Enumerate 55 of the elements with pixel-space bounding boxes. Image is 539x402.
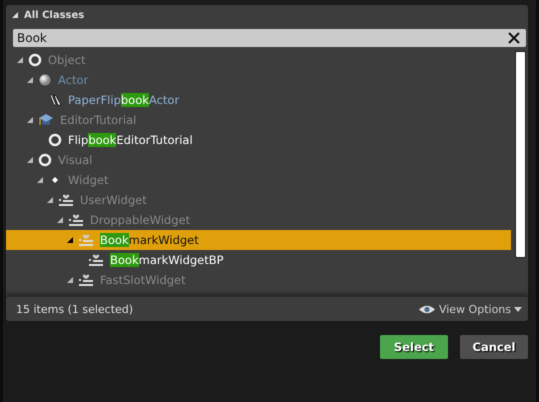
tree-row[interactable]: DroppableWidget (6, 210, 511, 230)
view-options-button[interactable]: View Options (418, 302, 522, 316)
tree-row[interactable]: EditorTutorial (6, 110, 511, 130)
caret-icon (514, 306, 522, 312)
expand-arrow-icon[interactable] (57, 217, 63, 223)
class-name: DroppableWidget (90, 213, 190, 227)
tree-row[interactable]: Visual (6, 150, 511, 170)
flipbook-icon (48, 93, 62, 107)
class-name: UserWidget (80, 193, 147, 207)
close-icon[interactable] (508, 32, 520, 44)
tree-row[interactable]: UserWidget (6, 190, 511, 210)
widget-icon (78, 233, 94, 247)
widget-icon (78, 273, 94, 287)
expand-arrow-icon[interactable] (17, 57, 23, 63)
expand-arrow-icon[interactable] (27, 117, 33, 123)
class-name: FastSlotWidget (100, 273, 186, 287)
tree-row[interactable]: FlipbookEditorTutorial (6, 130, 511, 150)
collapse-arrow-icon[interactable] (12, 12, 18, 18)
section-title: All Classes (24, 10, 84, 20)
class-name: PaperFlipbookActor (68, 93, 180, 107)
class-name: Visual (58, 153, 92, 167)
tree-row[interactable]: FastSlotWidget (6, 270, 511, 290)
select-button[interactable]: Select (380, 335, 448, 359)
tree-row[interactable]: BookmarkWidgetBP (6, 250, 511, 270)
eye-icon (418, 304, 436, 314)
expand-arrow-icon[interactable] (67, 277, 73, 283)
tree-row[interactable]: PaperFlipbookActor (6, 90, 511, 110)
widget-icon (58, 193, 74, 207)
circle-icon (28, 53, 42, 67)
tree-row[interactable]: Widget (6, 170, 511, 190)
class-name: Object (48, 53, 86, 67)
class-name: BookmarkWidget (100, 233, 199, 247)
expand-arrow-icon[interactable] (27, 157, 33, 163)
cancel-button[interactable]: Cancel (460, 335, 528, 359)
widget-icon (68, 213, 84, 227)
circle-icon (38, 153, 52, 167)
item-count: 15 items (1 selected) (16, 302, 134, 316)
widget-icon (88, 253, 104, 267)
class-name: BookmarkWidgetBP (110, 253, 224, 267)
expand-arrow-icon[interactable] (37, 177, 43, 183)
class-name: EditorTutorial (60, 113, 136, 127)
tree-row[interactable]: Object (6, 50, 511, 70)
class-name: Actor (58, 73, 88, 87)
expand-arrow-icon[interactable] (67, 237, 73, 243)
sphere-icon (38, 73, 52, 87)
tree-row[interactable]: Actor (6, 70, 511, 90)
expand-arrow-icon[interactable] (27, 77, 33, 83)
circle-icon (48, 133, 62, 147)
expand-arrow-icon[interactable] (47, 197, 53, 203)
scrollbar-thumb[interactable] (515, 51, 526, 258)
class-name: Widget (68, 173, 108, 187)
search-field[interactable]: Book (13, 29, 526, 47)
tree-row[interactable]: BookmarkWidget (6, 230, 511, 250)
graduation-cap-icon (38, 113, 54, 127)
class-name: FlipbookEditorTutorial (68, 133, 193, 147)
